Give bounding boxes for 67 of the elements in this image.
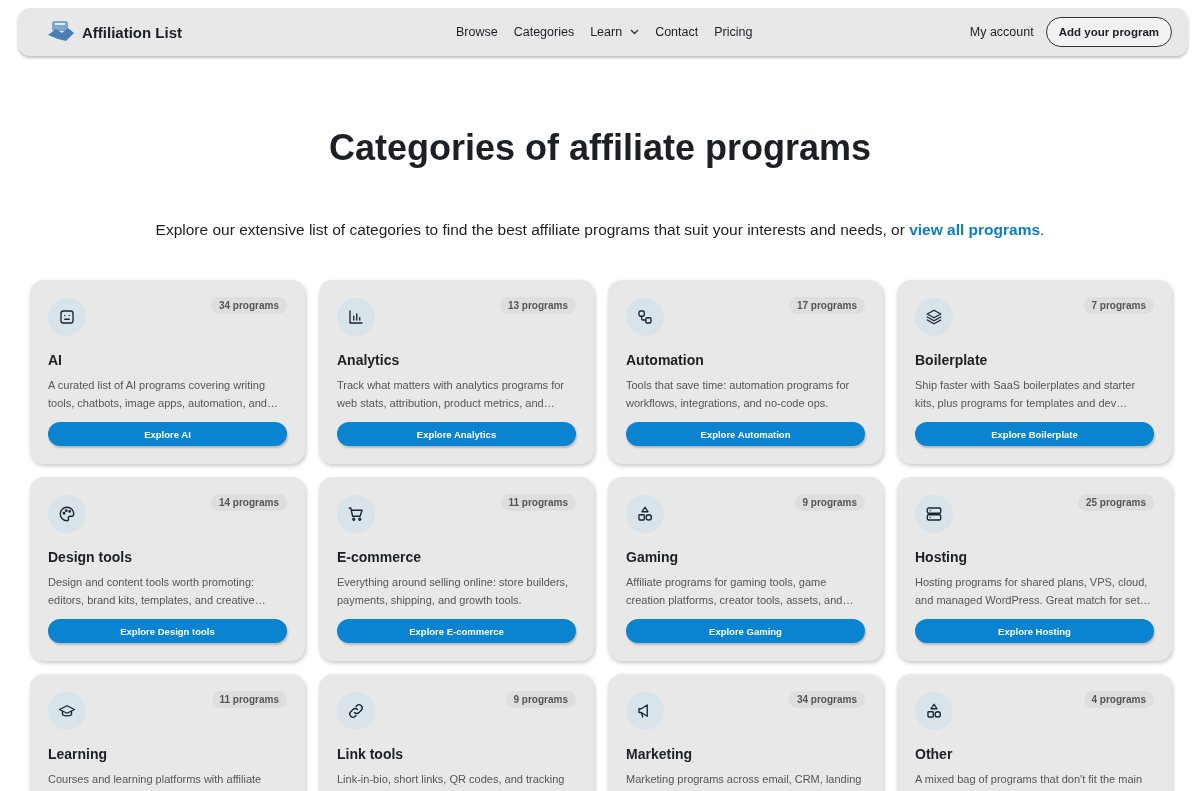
category-title: Analytics <box>337 351 401 370</box>
explore-button[interactable]: Explore Gaming <box>626 619 865 643</box>
program-count-badge: 34 programs <box>210 297 287 314</box>
explore-button[interactable]: Explore E-commerce <box>337 619 576 643</box>
program-count-badge: 14 programs <box>210 494 287 511</box>
category-title: Gaming <box>626 548 680 567</box>
category-description: Affiliate programs for gaming tools, game creation platforms, creator tools, assets, and… <box>626 575 855 608</box>
category-title: Marketing <box>626 745 694 764</box>
category-description: A curated list of AI programs covering writing tools, chatbots, image apps, automation, and… <box>48 378 279 411</box>
program-count-badge: 25 programs <box>1077 494 1154 511</box>
category-description: Track what matters with analytics programs for web stats, attribution, product metrics, and… <box>337 378 565 411</box>
robot-icon <box>48 298 86 336</box>
category-title: Hosting <box>915 548 969 567</box>
category-description: Everything around selling online: store builders, payments, shipping, and growth tools. <box>337 575 570 608</box>
category-description: Courses and learning platforms with affiliate <box>48 772 263 787</box>
nav-link[interactable]: Contact <box>655 25 699 39</box>
category-title: Link tools <box>337 745 405 764</box>
category-description: A mixed bag of programs that don't fit the main <box>915 772 1144 787</box>
category-title: Other <box>915 745 954 764</box>
server-icon <box>915 495 953 533</box>
category-description: Ship faster with SaaS boilerplates and starter kits, plus programs for templates and dev… <box>915 378 1137 411</box>
explore-button[interactable]: Explore Boilerplate <box>915 422 1154 446</box>
graduation-cap-icon <box>48 692 86 730</box>
explore-button[interactable]: Explore Design tools <box>48 619 287 643</box>
program-count-badge: 11 programs <box>211 691 287 708</box>
explore-button[interactable]: Explore Automation <box>626 422 865 446</box>
program-count-badge: 4 programs <box>1083 691 1154 708</box>
nav-link[interactable]: Browse <box>456 25 498 39</box>
add-program-button[interactable]: Add your program <box>1045 17 1172 47</box>
explore-button[interactable]: Explore AI <box>48 422 287 446</box>
intro-text: Explore our extensive list of categories to find the best affiliate programs that suit your interests and needs, or view all programs. <box>154 220 1046 240</box>
link-icon <box>337 692 375 730</box>
explore-button[interactable]: Explore Hosting <box>915 619 1154 643</box>
program-count-badge: 13 programs <box>499 297 576 314</box>
category-title: Automation <box>626 351 705 370</box>
shapes-icon <box>626 495 664 533</box>
program-count-badge: 34 programs <box>788 691 865 708</box>
nav-link[interactable]: Categories <box>513 25 575 39</box>
page-title: Categories of affiliate programs <box>327 126 873 170</box>
palette-icon <box>48 495 86 533</box>
program-count-badge: 7 programs <box>1083 297 1154 314</box>
nav-link[interactable]: Pricing <box>714 25 753 39</box>
shapes-icon <box>915 692 953 730</box>
site-logo-text[interactable]: Affiliation List <box>82 23 182 41</box>
category-title: Design tools <box>48 548 133 567</box>
category-description: Hosting programs for shared plans, VPS, cloud, and managed WordPress. Great match for set… <box>915 575 1152 608</box>
category-title: Learning <box>48 745 109 764</box>
category-title: AI <box>48 351 63 370</box>
explore-button[interactable]: Explore Analytics <box>337 422 576 446</box>
category-title: Boilerplate <box>915 351 989 370</box>
category-description: Link-in-bio, short links, QR codes, and tracking <box>337 772 566 787</box>
chevron-down-icon <box>630 29 640 35</box>
megaphone-icon <box>626 692 664 730</box>
program-count-badge: 9 programs <box>505 691 576 708</box>
bar-chart-icon <box>337 298 375 336</box>
nav-link[interactable]: Learn <box>590 25 640 39</box>
layers-icon <box>915 298 953 336</box>
program-count-badge: 11 programs <box>500 494 576 511</box>
program-count-badge: 17 programs <box>788 297 865 314</box>
cart-icon <box>337 495 375 533</box>
connected-squares-icon <box>626 298 664 336</box>
category-title: E-commerce <box>337 548 423 567</box>
category-description: Marketing programs across email, CRM, landing <box>626 772 863 787</box>
category-description: Design and content tools worth promoting: editors, brand kits, templates, and creative… <box>48 575 267 608</box>
program-count-badge: 9 programs <box>794 494 865 511</box>
category-description: Tools that save time: automation programs for workflows, integrations, and no-code ops. <box>626 378 851 411</box>
account-link[interactable]: My account <box>969 25 1034 39</box>
